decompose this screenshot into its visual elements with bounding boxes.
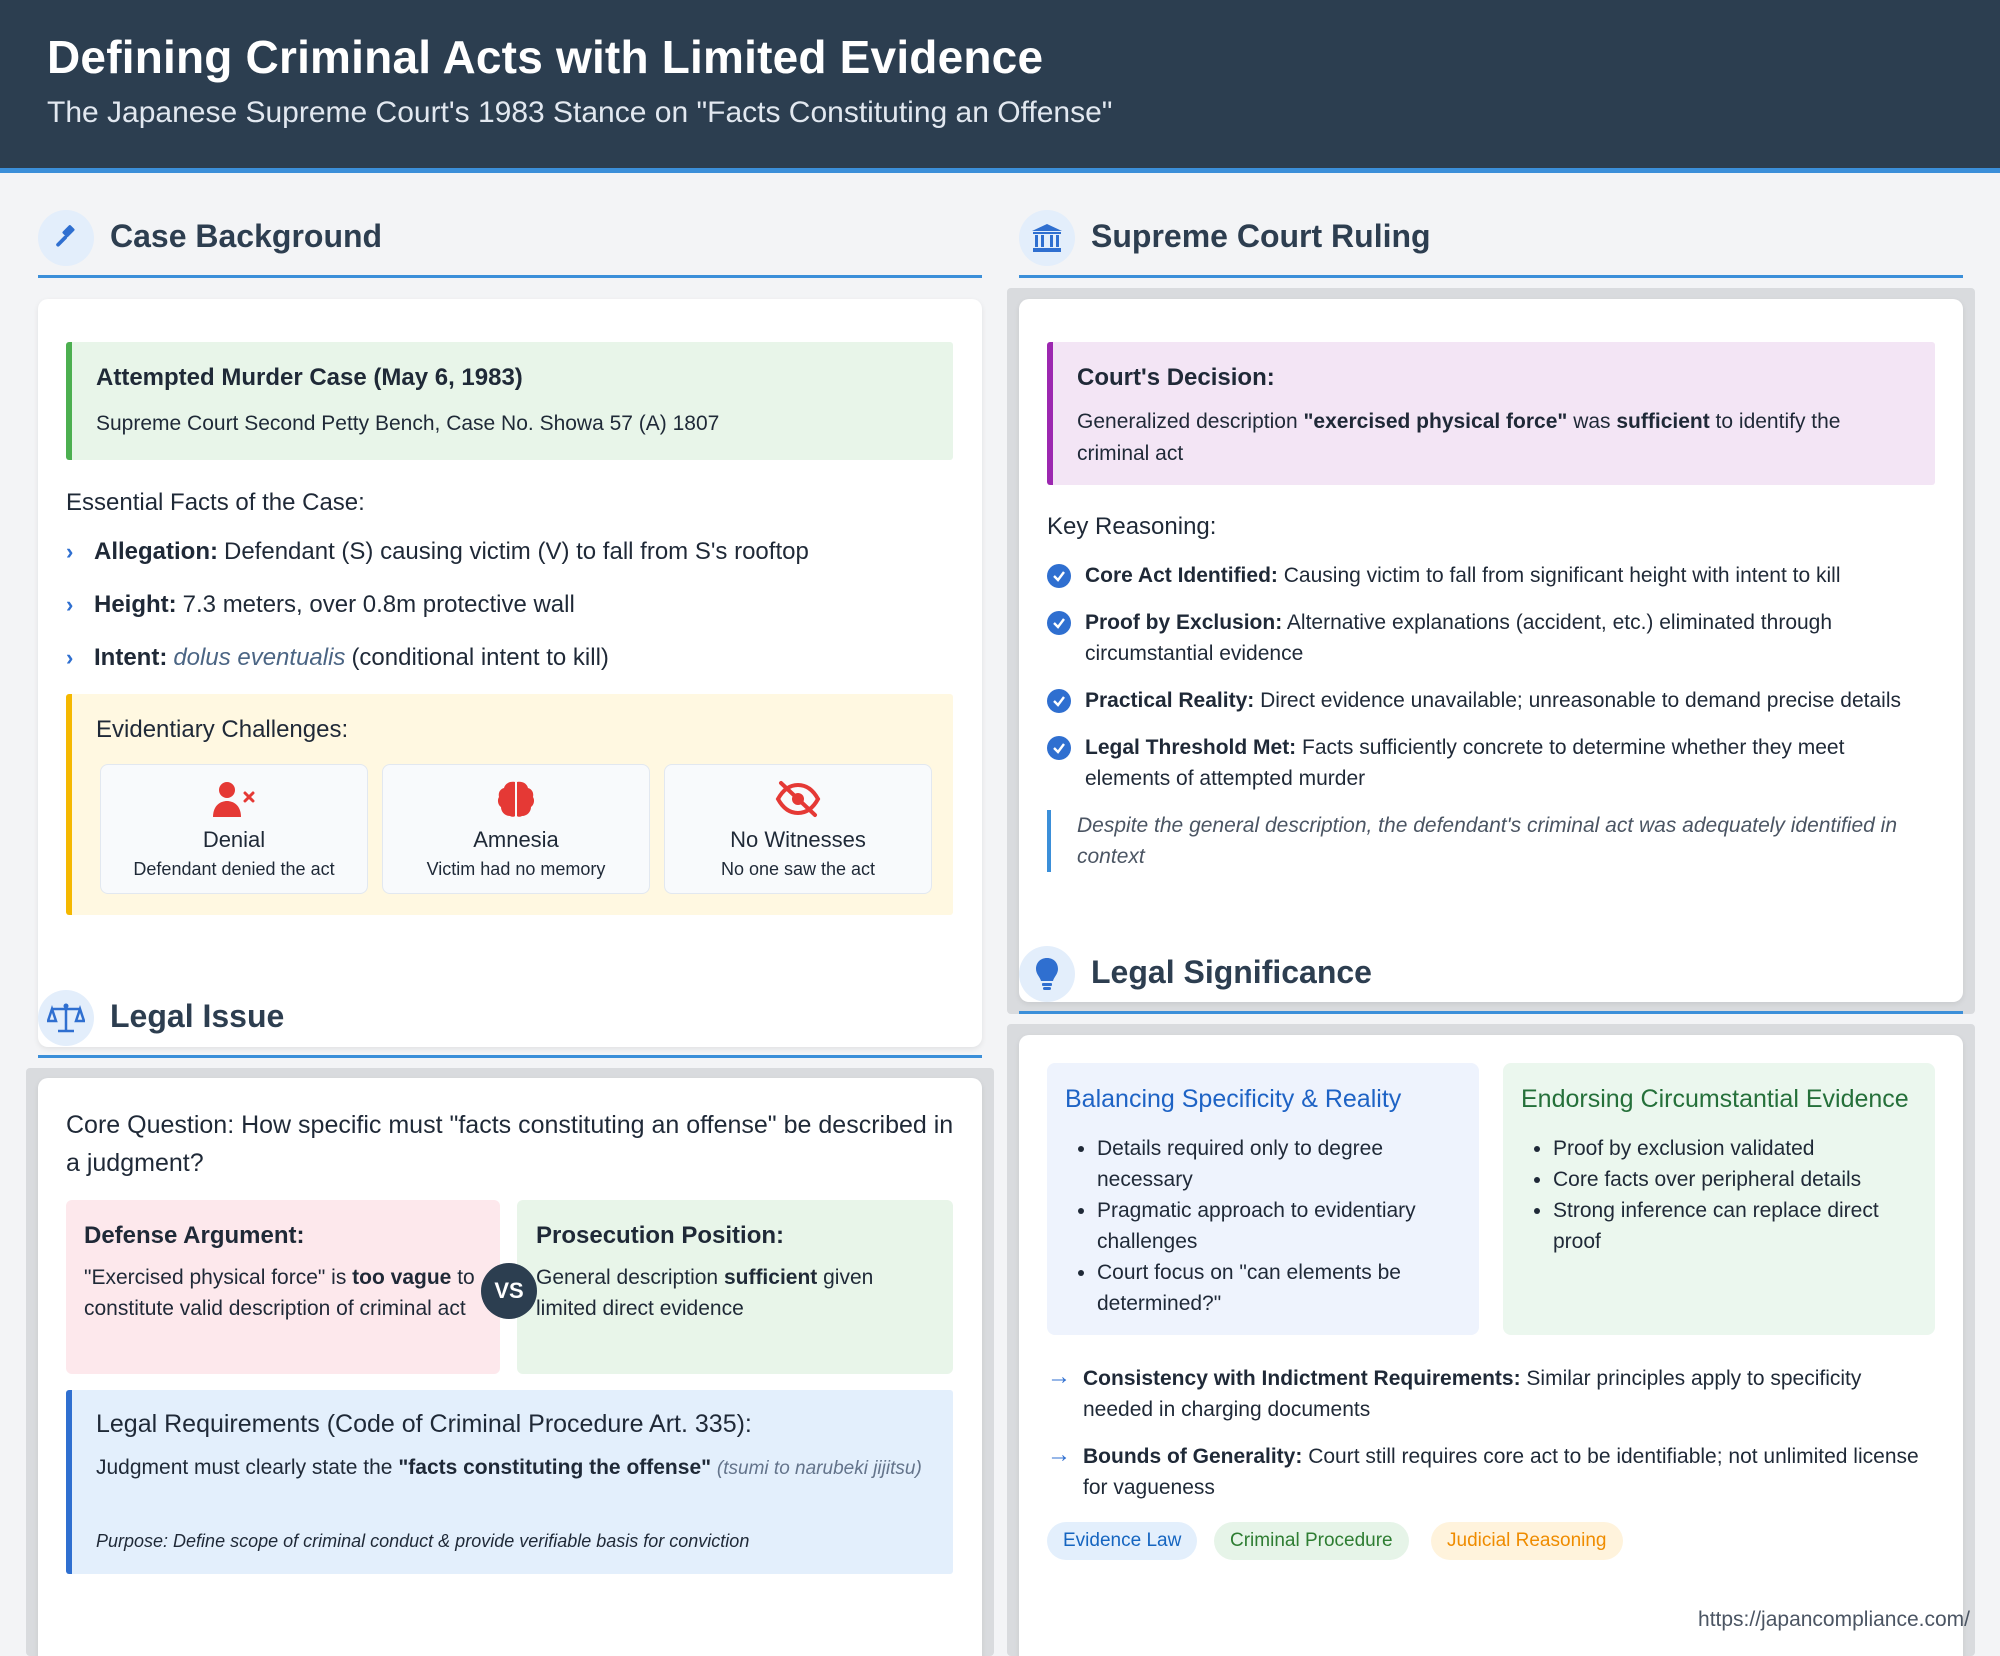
key-reasoning-title: Key Reasoning: [1047, 513, 1217, 540]
section-heading-supreme-court-ruling: Supreme Court Ruling [1019, 210, 1963, 278]
chevron-right-icon: › [66, 645, 74, 670]
facts-title: Essential Facts of the Case: [66, 489, 365, 516]
section-heading-legal-significance: Legal Significance [1019, 946, 1963, 1014]
section-heading-legal-issue: Legal Issue [38, 990, 982, 1058]
check-circle-icon [1047, 689, 1071, 713]
point-indictment-consistency: → Consistency with Indictment Requiremen… [1047, 1363, 1937, 1425]
challenge-amnesia: Amnesia Victim had no memory [382, 764, 650, 894]
courthouse-icon [1019, 210, 1075, 266]
brain-icon [383, 777, 649, 821]
case-title: Attempted Murder Case (May 6, 1983) [96, 364, 523, 391]
ruling-quote: Despite the general description, the def… [1047, 810, 1937, 872]
significance-card-balancing: Balancing Specificity & Reality Details … [1047, 1063, 1479, 1335]
fact-height: › Height: 7.3 meters, over 0.8m protecti… [66, 591, 575, 618]
arrow-right-icon: → [1047, 1363, 1071, 1390]
challenges-title: Evidentiary Challenges: [96, 716, 349, 743]
tag-criminal-procedure: Criminal Procedure [1214, 1522, 1409, 1560]
reason-core-act: Core Act Identified: Causing victim to f… [1047, 560, 1937, 591]
defense-argument-box: Defense Argument: "Exercised physical fo… [66, 1200, 500, 1374]
footer-url: https://japancompliance.com/ [1698, 1608, 1970, 1631]
check-circle-icon [1047, 564, 1071, 588]
section-title: Legal Significance [1091, 954, 1372, 990]
tag-evidence-law: Evidence Law [1047, 1522, 1198, 1560]
court-decision-box: Court's Decision: Generalized descriptio… [1047, 342, 1935, 485]
check-circle-icon [1047, 736, 1071, 760]
chevron-right-icon: › [66, 539, 74, 564]
requirements-purpose: Purpose: Define scope of criminal conduc… [96, 1531, 750, 1551]
challenge-denial: Denial Defendant denied the act [100, 764, 368, 894]
vs-badge: VS [481, 1263, 537, 1319]
page-subtitle: The Japanese Supreme Court's 1983 Stance… [47, 96, 1113, 129]
lightbulb-icon [1019, 946, 1075, 1002]
significance-card-circumstantial: Endorsing Circumstantial Evidence Proof … [1503, 1063, 1935, 1335]
scale-icon [38, 990, 94, 1046]
fact-allegation: › Allegation: Defendant (S) causing vict… [66, 538, 809, 565]
section-title: Supreme Court Ruling [1091, 218, 1431, 254]
eye-slash-icon [665, 777, 931, 821]
reason-legal-threshold: Legal Threshold Met: Facts sufficiently … [1047, 732, 1937, 794]
reason-practical-reality: Practical Reality: Direct evidence unava… [1047, 685, 1937, 716]
tag-judicial-reasoning: Judicial Reasoning [1431, 1522, 1623, 1560]
fact-intent: › Intent: dolus eventualis (conditional … [66, 644, 609, 671]
page-title: Defining Criminal Acts with Limited Evid… [47, 31, 1044, 83]
case-number: Supreme Court Second Petty Bench, Case N… [96, 412, 720, 435]
legal-requirements-box: Legal Requirements (Code of Criminal Pro… [66, 1390, 953, 1574]
reason-proof-by-exclusion: Proof by Exclusion: Alternative explanat… [1047, 607, 1937, 669]
challenge-no-witnesses: No Witnesses No one saw the act [664, 764, 932, 894]
section-heading-case-background: Case Background [38, 210, 982, 278]
section-title: Case Background [110, 218, 383, 254]
core-question: Core Question: How specific must "facts … [66, 1111, 954, 1177]
page-header: Defining Criminal Acts with Limited Evid… [0, 0, 2000, 173]
check-circle-icon [1047, 611, 1071, 635]
point-bounds-of-generality: → Bounds of Generality: Court still requ… [1047, 1441, 1937, 1503]
chevron-right-icon: › [66, 592, 74, 617]
evidentiary-challenges-box: Evidentiary Challenges: Denial Defendant… [66, 694, 953, 915]
case-info-box: Attempted Murder Case (May 6, 1983) Supr… [66, 342, 953, 460]
arrow-right-icon: → [1047, 1441, 1071, 1468]
user-x-icon [101, 777, 367, 821]
prosecution-position-box: Prosecution Position: General descriptio… [517, 1200, 953, 1374]
gavel-icon [38, 210, 94, 266]
section-title: Legal Issue [110, 998, 285, 1034]
